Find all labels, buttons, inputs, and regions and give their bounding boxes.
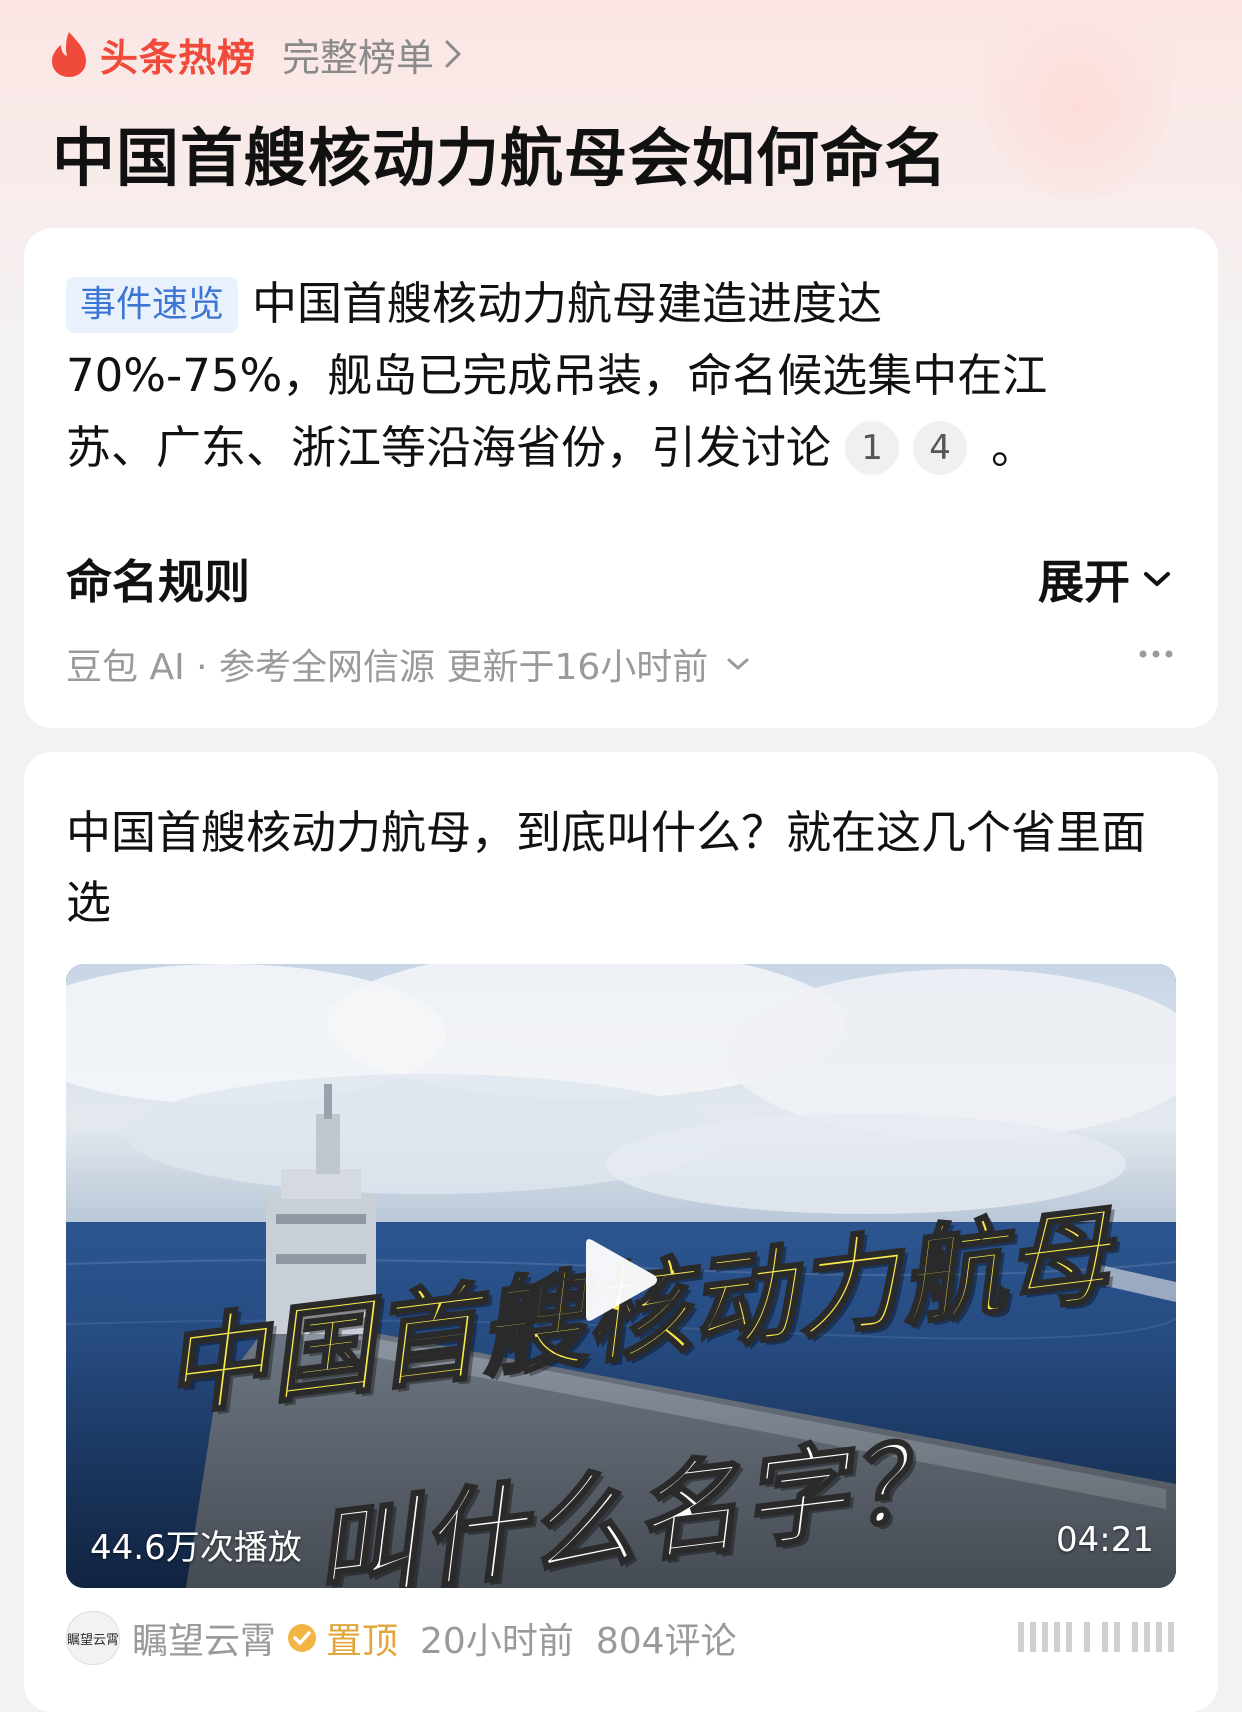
- summary-line-1: 中国首艘核动力航母建造进度达: [252, 277, 883, 330]
- time-ago: 20小时前: [420, 1621, 574, 1662]
- event-summary: 事件速览 中国首艘核动力航母建造进度达 70%-75%，舰岛已完成吊装，命名候选集…: [66, 268, 1166, 484]
- comment-count[interactable]: 804评论: [596, 1612, 737, 1664]
- signal-bars-icon: [1018, 1622, 1174, 1652]
- verified-badge-icon: [288, 1624, 317, 1652]
- source-info[interactable]: 豆包 AI · 参考全网信源 更新于16小时前: [66, 638, 750, 690]
- hot-list-brand: 头条热榜: [100, 35, 257, 80]
- pinned-label: 置顶: [326, 1621, 399, 1662]
- header: 头条热榜 完整榜单: [48, 22, 462, 86]
- full-list-link[interactable]: 完整榜单: [282, 27, 462, 82]
- flame-icon: [52, 32, 86, 77]
- reference-badge-2[interactable]: 4: [913, 421, 968, 475]
- page-title: 中国首艘核动力航母会如何命名: [52, 122, 948, 195]
- chevron-right-icon: [445, 40, 461, 68]
- decorative-flame-background: [982, 0, 1172, 200]
- play-count: 44.6万次播放: [90, 1528, 302, 1568]
- summary-line-2: 70%-75%，舰岛已完成吊装，命名候选集中在江: [66, 349, 1048, 402]
- summary-end-punctuation: 。: [991, 421, 1037, 474]
- article-title[interactable]: 中国首艘核动力航母，到底叫什么？就在这几个省里面选: [66, 798, 1176, 938]
- chevron-down-icon: [1144, 572, 1170, 586]
- avatar-text: 瞩望云霄: [67, 1632, 120, 1648]
- avatar[interactable]: 瞩望云霄: [66, 1611, 120, 1665]
- video-duration: 04:21: [1056, 1520, 1154, 1560]
- event-overview-tag: 事件速览: [66, 277, 239, 333]
- summary-line-3: 苏、广东、浙江等沿海省份，引发讨论: [66, 421, 832, 474]
- author-name[interactable]: 瞩望云霄: [132, 1612, 276, 1664]
- full-list-label: 完整榜单: [282, 35, 435, 80]
- chevron-down-icon: [727, 658, 749, 670]
- expand-label: 展开: [1038, 555, 1130, 609]
- expand-button[interactable]: 展开: [1038, 546, 1172, 612]
- article-meta: 瞩望云霄 瞩望云霄 置顶 20小时前 804评论: [66, 1610, 737, 1666]
- source-text: 豆包 AI · 参考全网信源 更新于16小时前: [66, 647, 709, 688]
- naming-rules-heading: 命名规则: [66, 555, 250, 609]
- play-icon[interactable]: [582, 1234, 662, 1326]
- reference-badge-1[interactable]: 1: [845, 421, 900, 475]
- event-summary-card: 事件速览 中国首艘核动力航母建造进度达 70%-75%，舰岛已完成吊装，命名候选集…: [24, 228, 1218, 728]
- more-horizontal-icon[interactable]: [1138, 648, 1174, 660]
- article-card[interactable]: 中国首艘核动力航母，到底叫什么？就在这几个省里面选 中国首艘核动力航母 叫什么名…: [24, 752, 1218, 1712]
- video-player[interactable]: 中国首艘核动力航母 叫什么名字？ 44.6万次播放 04:21: [66, 964, 1176, 1588]
